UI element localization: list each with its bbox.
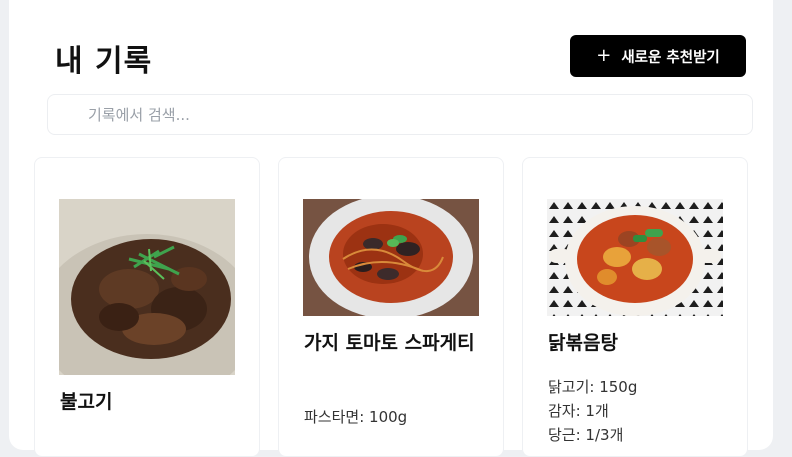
recipe-card-spaghetti[interactable]: 가지 토마토 스파게티 파스타면: 100g [278,157,504,457]
recipe-image-bulgogi [59,199,235,375]
search-bar [47,94,753,135]
new-recommendation-label: 새로운 추천받기 [621,49,720,66]
ingredient-item: 파스타면: 100g [304,408,408,426]
recipe-card-dakbokkeumtang[interactable]: 닭볶음탕 닭고기: 150g 감자: 1개 당근: 1/3개 [522,157,748,457]
recipe-image-spaghetti [303,199,479,316]
recipe-title: 불고기 [60,391,113,413]
ingredient-item: 감자: 1개 [548,402,609,420]
records-panel: 내 기록 + 새로운 추천받기 불고기 [9,0,773,457]
page-title: 내 기록 [55,44,153,79]
recipe-title: 닭볶음탕 [548,332,618,354]
ingredient-item: 닭고기: 150g [548,378,638,396]
ingredient-item: 당근: 1/3개 [548,426,624,444]
ingredient-list: 닭고기: 150g 감자: 1개 당근: 1/3개 [548,375,728,447]
plus-icon: + [596,45,612,66]
recipe-title: 가지 토마토 스파게티 [304,332,475,354]
recipe-image-dakbokkeumtang [547,199,723,316]
recipe-card-bulgogi[interactable]: 불고기 [34,157,260,457]
search-input[interactable] [88,105,688,124]
ingredient-list: 파스타면: 100g [304,405,484,429]
new-recommendation-button[interactable]: + 새로운 추천받기 [570,35,746,77]
